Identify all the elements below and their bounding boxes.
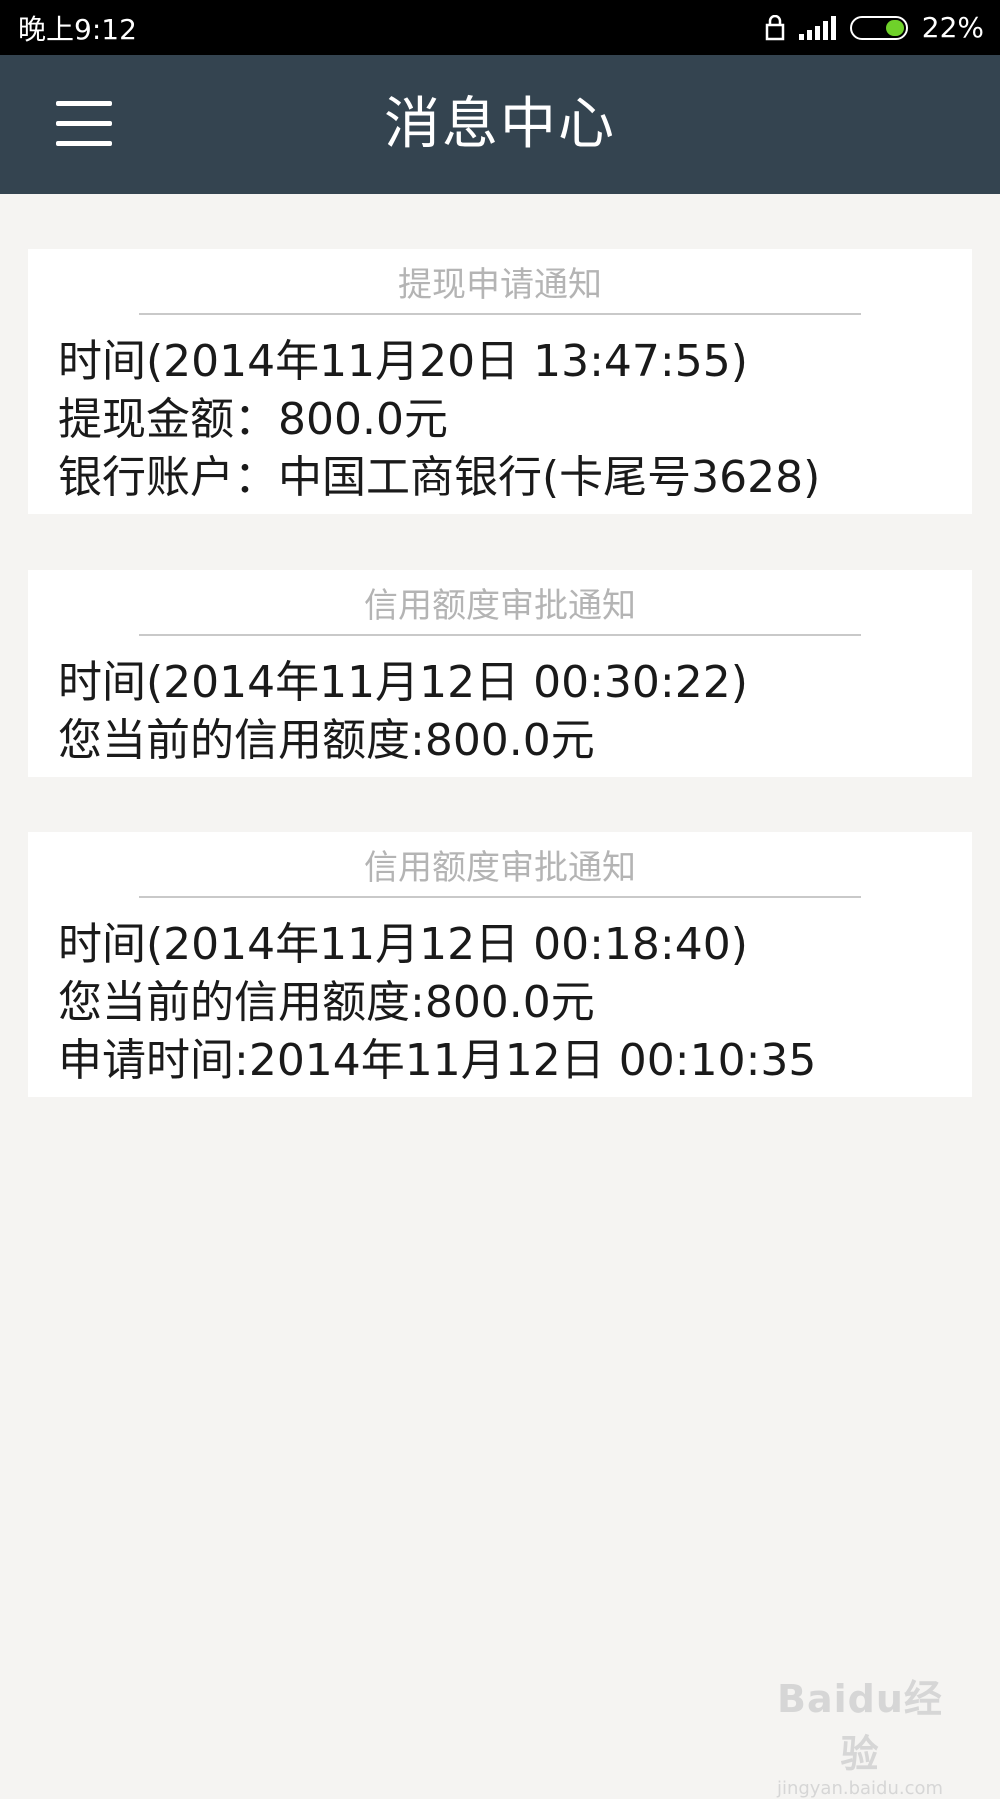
status-time: 晚上9:12 <box>18 12 137 46</box>
message-line: 时间(2014年11月20日 13:47:55) <box>58 336 748 387</box>
message-line: 您当前的信用额度:800.0元 <box>58 977 595 1028</box>
message-title: 提现申请通知 <box>398 265 602 305</box>
message-card[interactable]: 信用额度审批通知 时间(2014年11月12日 00:18:40) 您当前的信用… <box>28 832 972 1097</box>
message-line: 时间(2014年11月12日 00:30:22) <box>58 657 748 708</box>
battery-percent: 22% <box>921 11 984 44</box>
message-line: 提现金额：800.0元 <box>58 394 448 445</box>
battery-icon <box>849 15 908 40</box>
message-body: 时间(2014年11月20日 13:47:55) 提现金额：800.0元 银行账… <box>28 315 972 507</box>
message-card[interactable]: 信用额度审批通知 时间(2014年11月12日 00:30:22) 您当前的信用… <box>28 570 972 777</box>
watermark-url: jingyan.baidu.com <box>776 1778 944 1799</box>
message-title: 信用额度审批通知 <box>364 848 636 888</box>
signal-icon <box>798 15 836 40</box>
baidu-watermark: Baidu经验 jingyan.baidu.com <box>760 1668 960 1799</box>
message-card[interactable]: 提现申请通知 时间(2014年11月20日 13:47:55) 提现金额：800… <box>28 249 972 514</box>
menu-icon[interactable] <box>56 101 112 147</box>
battery-fill <box>885 19 904 36</box>
message-line: 银行账户：中国工商银行(卡尾号3628) <box>58 452 821 503</box>
watermark-logo: Baidu经验 <box>777 1677 943 1776</box>
page-title: 消息中心 <box>384 92 616 157</box>
app-bar: 消息中心 <box>0 55 1000 194</box>
message-body: 时间(2014年11月12日 00:30:22) 您当前的信用额度:800.0元 <box>28 636 972 770</box>
message-line: 申请时间:2014年11月12日 00:10:35 <box>58 1035 817 1086</box>
status-bar: 晚上9:12 22% <box>0 0 1000 55</box>
status-icons: 22% <box>765 11 984 44</box>
message-body: 时间(2014年11月12日 00:18:40) 您当前的信用额度:800.0元… <box>28 898 972 1090</box>
message-line: 时间(2014年11月12日 00:18:40) <box>58 919 748 970</box>
message-title: 信用额度审批通知 <box>364 586 636 626</box>
message-line: 您当前的信用额度:800.0元 <box>58 715 595 766</box>
lock-icon <box>765 14 785 41</box>
